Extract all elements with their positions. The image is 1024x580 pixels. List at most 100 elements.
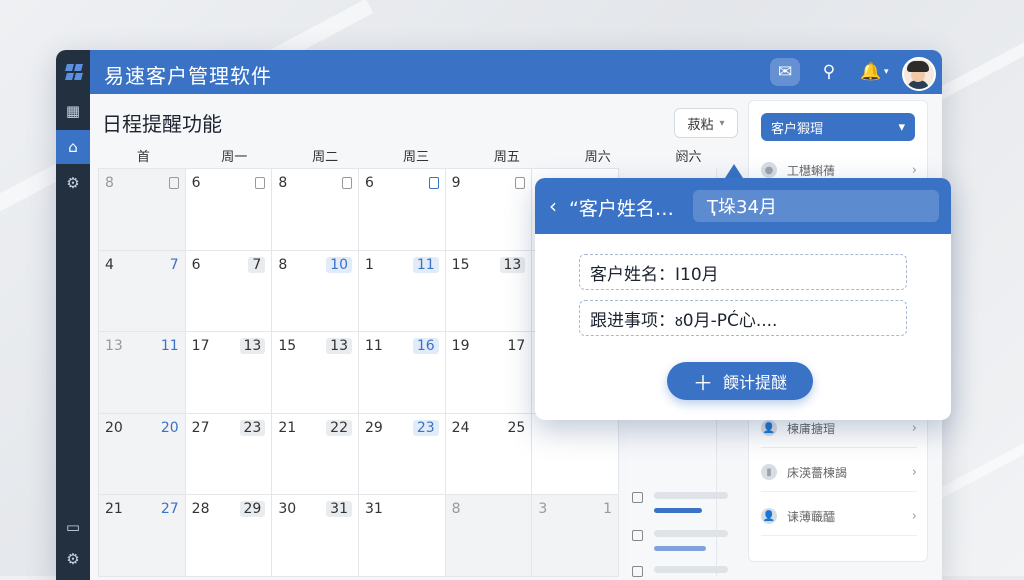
followup-field[interactable]: 跟进事项：ᴕ0月-РĆ心....: [579, 300, 907, 336]
calendar-cell[interactable]: 31: [532, 495, 619, 577]
calendar-cell[interactable]: 27 23: [185, 413, 273, 496]
date-number: 17: [191, 338, 210, 355]
calendar-cell[interactable]: 15 13: [445, 250, 533, 333]
task-label-placeholder: [654, 566, 728, 573]
date-number: 28: [191, 501, 210, 518]
date-number-secondary: 11: [160, 338, 179, 355]
calendar-cell[interactable]: 30 31: [272, 495, 359, 577]
checkbox-icon[interactable]: [168, 177, 179, 189]
search-icon[interactable]: ⚲: [814, 58, 844, 86]
gear-icon[interactable]: ⚙: [56, 166, 90, 200]
calendar-cell[interactable]: 24 25: [445, 413, 533, 496]
calendar-cell[interactable]: 20 20: [99, 413, 186, 496]
checkbox-icon[interactable]: [515, 177, 526, 189]
date-number: 21: [278, 419, 297, 436]
reminder-popup: ‹ “客户姓名… Ҭ垛34月 客户姓名：I10月 跟进事项：ᴕ0月-РĆ心...…: [535, 178, 951, 420]
item-icon: ●: [761, 162, 777, 178]
bell-icon[interactable]: 🔔: [856, 58, 886, 86]
date-number: 8: [105, 175, 114, 191]
checkbox-icon[interactable]: [428, 177, 439, 189]
date-number-secondary: 29: [239, 501, 266, 518]
date-number: 19: [451, 338, 470, 355]
calendar-cell[interactable]: 15 13: [272, 332, 359, 414]
checkbox-icon[interactable]: [632, 566, 643, 577]
customer-name-field[interactable]: 客户姓名：I10月: [579, 254, 907, 290]
date-number: 20: [105, 419, 123, 436]
popup-title: “客户姓名…: [569, 198, 674, 220]
checkbox-icon[interactable]: [255, 177, 266, 189]
home-icon[interactable]: ⌂: [56, 130, 90, 164]
settings-icon[interactable]: ⚙: [56, 542, 90, 576]
calendar-cell[interactable]: 31: [358, 495, 446, 577]
date-number: 31: [364, 501, 383, 518]
task-row[interactable]: [632, 490, 728, 530]
calendar-cell[interactable]: 11 16: [358, 332, 446, 414]
calendar-cell[interactable]: 1 11: [358, 250, 446, 333]
date-number-secondary: 7: [169, 256, 179, 273]
date-number-secondary: 13: [499, 256, 526, 273]
user-avatar[interactable]: [902, 57, 936, 91]
calendar-cell[interactable]: 29 23: [358, 413, 446, 496]
chevron-right-icon: ›: [911, 420, 917, 436]
date-number: 24: [451, 419, 470, 436]
weekday-label: 周三: [402, 150, 429, 165]
calendar-cell[interactable]: 6: [358, 169, 446, 251]
task-row[interactable]: [632, 528, 728, 568]
date-number: 11: [364, 338, 383, 355]
date-number-secondary: 27: [160, 501, 179, 518]
panel-item-label: 诔薄蘵醽: [787, 509, 836, 524]
popup-header: ‹ “客户姓名… Ҭ垛34月: [535, 178, 951, 234]
calendar-cell[interactable]: [532, 413, 619, 496]
weekday-label: 周二: [312, 150, 339, 165]
calendar-cell[interactable]: 67: [185, 250, 273, 333]
calendar-cell[interactable]: 8 10: [272, 250, 359, 333]
date-number-secondary: 23: [412, 419, 439, 436]
layout-icon[interactable]: ▦: [56, 94, 90, 128]
customer-dropdown[interactable]: 客户猳瑁 ▾: [761, 113, 915, 141]
task-row[interactable]: [632, 564, 728, 580]
panel-item-label: 床渶薔楝謁: [787, 465, 848, 480]
chevron-right-icon: ›: [911, 162, 917, 178]
date-number-secondary: 1: [603, 501, 612, 518]
chevron-down-icon[interactable]: ▾: [884, 67, 889, 77]
date-number: 1: [364, 256, 374, 273]
calendar-cell[interactable]: 9: [445, 169, 533, 251]
chat-icon[interactable]: ▭: [56, 510, 90, 544]
date-number-secondary: 16: [412, 338, 439, 355]
calendar-cell[interactable]: 19 17: [445, 332, 533, 414]
calendar-cell[interactable]: 21 27: [99, 495, 186, 577]
view-select[interactable]: 菽粘 ▾: [674, 108, 738, 138]
calendar-cell[interactable]: 8: [272, 169, 359, 251]
calendar-cell[interactable]: 8: [99, 169, 186, 251]
chart-icon: ▮: [761, 464, 777, 480]
date-number-secondary: 7: [248, 256, 266, 273]
checkbox-icon[interactable]: [632, 492, 643, 503]
weekday-label: 周六: [584, 150, 611, 165]
checkbox-icon[interactable]: [341, 177, 352, 189]
task-progress-bar: [654, 546, 706, 551]
weekday-label: 首: [136, 150, 150, 165]
chevron-down-icon: ▾: [719, 117, 725, 129]
calendar-cell[interactable]: 28 29: [185, 495, 273, 577]
panel-item[interactable]: 👤 诔薄蘵醽 ›: [761, 497, 917, 536]
date-number: 8: [278, 175, 288, 191]
calendar-cell[interactable]: 17 13: [185, 332, 273, 414]
popup-date-tag[interactable]: Ҭ垛34月: [693, 190, 939, 222]
calendar-cell[interactable]: 21 22: [272, 413, 359, 496]
panel-item-label: 楝庯搪瑁: [787, 421, 836, 436]
date-number-secondary: 10: [326, 256, 352, 273]
chevron-left-icon[interactable]: ‹: [549, 194, 557, 218]
calendar-cell[interactable]: 6: [185, 169, 273, 251]
set-reminder-button[interactable]: ＋ 餪计提醚: [667, 362, 813, 400]
checkbox-icon[interactable]: [632, 530, 643, 541]
popup-pointer: [725, 164, 743, 178]
date-number: 8: [278, 256, 288, 273]
chevron-right-icon: ›: [911, 508, 917, 524]
date-number-secondary: 22: [326, 419, 352, 436]
page-title: 日程提醒功能: [102, 112, 222, 136]
calendar-cell[interactable]: 8: [445, 495, 533, 577]
calendar-cell[interactable]: 47: [99, 250, 186, 333]
panel-item[interactable]: ▮ 床渶薔楝謁 ›: [761, 453, 917, 492]
message-alert-icon[interactable]: ✉: [770, 58, 800, 86]
calendar-cell[interactable]: 13 11: [99, 332, 186, 414]
